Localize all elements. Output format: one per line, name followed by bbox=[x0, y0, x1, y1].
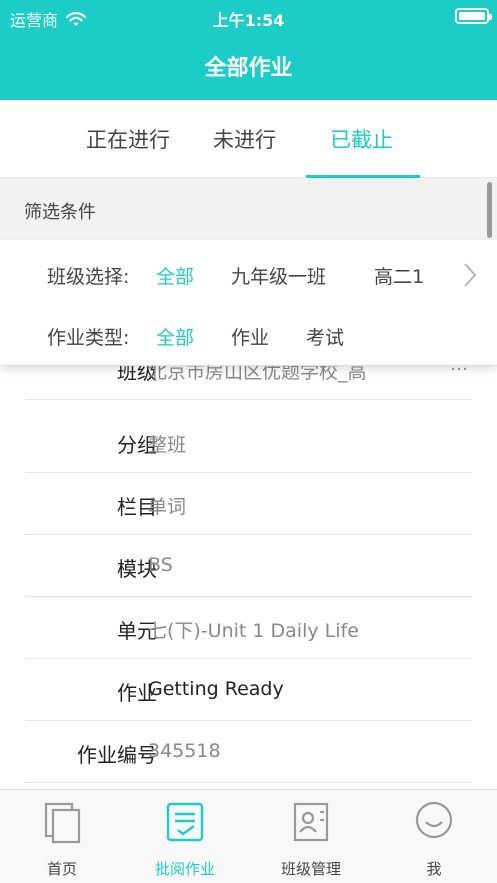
clock: 上午1:54 bbox=[212, 11, 285, 30]
detail-row-group: 分组 整班 bbox=[25, 411, 472, 473]
filter-header[interactable]: 筛选条件 bbox=[0, 178, 497, 240]
detail-value: Getting Ready bbox=[148, 678, 284, 700]
tabbar-label: 批阅作业 bbox=[154, 860, 215, 878]
tab-closed[interactable]: 已截止 bbox=[330, 124, 393, 154]
type-filter-label: 作业类型: bbox=[47, 327, 130, 349]
homework-details: 班级 北京市房山区优题学校_高 … 分组 整班 栏目 单词 模块 BS 单元 七… bbox=[0, 366, 497, 789]
tabbar-label: 我 bbox=[426, 860, 442, 878]
battery-icon bbox=[455, 8, 492, 24]
tabbar-item-me[interactable]: 我 bbox=[379, 800, 489, 880]
type-option-all[interactable]: 全部 bbox=[156, 323, 194, 350]
tabbar-label: 首页 bbox=[46, 860, 77, 878]
detail-value: 七(下)-Unit 1 Daily Life bbox=[148, 620, 359, 642]
chevron-right-icon[interactable] bbox=[460, 260, 480, 290]
profile-smile-icon bbox=[415, 801, 453, 839]
detail-row-column: 栏目 单词 bbox=[25, 473, 472, 535]
status-tabs: 正在进行 未进行 已截止 bbox=[0, 100, 497, 178]
detail-value: BS bbox=[148, 554, 173, 576]
scrollbar[interactable] bbox=[487, 182, 492, 238]
bottom-tab-bar: 首页 批阅作业 班级管理 我 bbox=[0, 789, 497, 883]
class-option-grade9-class1[interactable]: 九年级一班 bbox=[231, 262, 326, 289]
detail-value: 整班 bbox=[148, 434, 187, 456]
detail-row-homework: 作业 Getting Ready bbox=[25, 659, 472, 721]
status-bar: 运营商 上午1:54 bbox=[0, 0, 497, 34]
tab-not-started[interactable]: 未进行 bbox=[213, 124, 276, 154]
tabbar-label: 班级管理 bbox=[280, 860, 341, 878]
more-indicator: … bbox=[450, 366, 468, 375]
class-filter-label: 班级选择: bbox=[47, 266, 130, 288]
home-icon bbox=[44, 802, 81, 844]
type-option-homework[interactable]: 作业 bbox=[231, 323, 269, 350]
class-option-all[interactable]: 全部 bbox=[156, 262, 194, 289]
tabbar-item-grade-homework[interactable]: 批阅作业 bbox=[130, 800, 240, 880]
tab-in-progress[interactable]: 正在进行 bbox=[86, 124, 170, 154]
filter-header-label: 筛选条件 bbox=[24, 202, 96, 223]
grade-homework-icon bbox=[166, 802, 204, 842]
top-bar: 运营商 上午1:54 全部作业 bbox=[0, 0, 497, 100]
detail-row-module: 模块 BS bbox=[25, 535, 472, 597]
detail-row-unit: 单元 七(下)-Unit 1 Daily Life bbox=[25, 597, 472, 659]
detail-row-homework-id: 作业编号 345518 bbox=[25, 721, 472, 783]
detail-label: 作业编号 bbox=[77, 743, 157, 767]
tabbar-item-class-management[interactable]: 班级管理 bbox=[256, 800, 366, 880]
class-option-senior2-1[interactable]: 高二1 bbox=[374, 262, 424, 289]
class-management-icon bbox=[293, 802, 329, 842]
detail-value: 345518 bbox=[148, 740, 221, 762]
detail-row-class: 班级 北京市房山区优题学校_高 … bbox=[25, 366, 472, 400]
filter-panel: 班级选择: 全部 九年级一班 高二1 作业类型: 全部 作业 考试 bbox=[0, 240, 497, 366]
tabbar-item-home[interactable]: 首页 bbox=[7, 800, 117, 880]
type-option-exam[interactable]: 考试 bbox=[306, 323, 344, 350]
detail-value: 单词 bbox=[148, 496, 187, 518]
detail-value: 北京市房山区优题学校_高 bbox=[148, 366, 367, 383]
page-title: 全部作业 bbox=[204, 56, 293, 81]
